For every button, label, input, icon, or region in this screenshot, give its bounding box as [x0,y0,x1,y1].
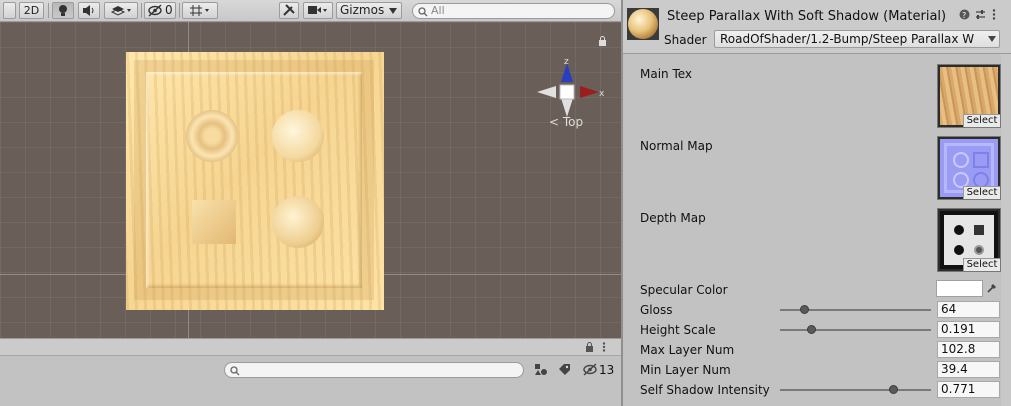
chevron-down-icon [988,36,996,42]
hidden-count-label: 0 [165,3,173,17]
material-sphere-preview [628,9,658,39]
svg-text:?: ? [962,11,966,20]
gloss-label: Gloss [640,303,673,317]
bottom-panel-header [0,338,621,356]
camera-settings-button[interactable] [303,2,333,19]
main-tex-label: Main Tex [640,67,693,81]
eye-slash-icon[interactable] [582,363,598,376]
grid-toggle-button[interactable] [182,2,218,19]
view-name: Top [562,115,584,129]
main-tex-select-button[interactable]: Select [963,114,1000,127]
self-shadow-slider-thumb[interactable] [888,385,898,394]
help-icon[interactable]: ? [959,9,970,20]
self-shadow-slider-track[interactable] [780,389,931,391]
lighting-toggle-button[interactable] [52,2,74,19]
min-layer-num-label: Min Layer Num [640,363,731,377]
view-orientation-label[interactable]: < Top [549,115,583,129]
lightbulb-icon [59,5,67,16]
hidden-count-label: 13 [599,363,615,377]
max-layer-num-label: Max Layer Num [640,343,735,357]
material-preview-thumbnail [627,8,659,40]
effects-stack-icon [110,6,131,16]
normal-map-label: Normal Map [640,139,713,153]
gloss-slider-thumb[interactable] [799,305,809,314]
specular-color-field[interactable] [936,280,983,297]
search-icon [230,366,240,376]
grid-icon [190,5,209,16]
scene-viewport[interactable]: z x < Top [0,22,621,338]
gizmo-x-label: x [599,89,605,99]
normal-map-slot[interactable]: Select [937,136,1001,200]
scene-search-input[interactable]: All [412,3,615,19]
speaker-icon [83,5,94,16]
tools-button[interactable] [279,2,299,19]
2d-toggle-button[interactable]: 2D [19,2,44,19]
chevron-left-icon: < [549,115,560,129]
chevron-down-icon [389,8,397,14]
gizmo-center-cube[interactable] [559,84,575,100]
audio-toggle-button[interactable] [78,2,100,19]
depth-map-label: Depth Map [640,211,706,225]
normal-map-select-button[interactable]: Select [963,186,1000,199]
depth-map-slot[interactable]: Select [937,208,1001,272]
textured-quad[interactable] [126,52,384,310]
shader-dropdown[interactable]: RoadOfShader/1.2-Bump/Steep Parallax Wit… [714,30,1000,48]
max-layer-num-field[interactable]: 102.8 [937,341,1000,358]
depth-map-select-button[interactable]: Select [963,258,1000,271]
preset-sliders-icon[interactable] [975,9,986,20]
relief-ring [186,110,238,162]
eye-slash-icon [148,4,162,17]
shader-value: RoadOfShader/1.2-Bump/Steep Parallax Wit… [720,32,975,46]
self-shadow-intensity-field[interactable]: 0.771 [937,381,1000,398]
effects-toggle-button[interactable] [104,2,138,19]
inspector-scrollbar[interactable] [1001,54,1011,406]
quad-bevel-frame [134,60,374,300]
lock-icon[interactable] [598,36,607,46]
search-placeholder: All [431,4,445,17]
specular-color-label: Specular Color [640,283,728,297]
kebab-menu-icon[interactable] [992,9,996,20]
height-scale-value-field[interactable]: 0.191 [937,321,1000,338]
scene-toolbar: 2D 0 Gizmos All [0,0,621,22]
bottom-panel: 13 [0,338,621,406]
relief-dome [272,110,324,162]
hidden-objects-toggle[interactable]: 0 [144,2,176,19]
height-scale-slider-track[interactable] [780,329,931,331]
material-header: Steep Parallax With Soft Shadow (Materia… [623,0,1011,54]
draw-mode-button[interactable] [3,2,16,19]
relief-square [192,200,236,244]
gizmos-label: Gizmos [340,3,385,17]
gizmos-dropdown[interactable]: Gizmos [336,2,402,19]
camera-icon [308,6,327,14]
tools-icon [283,4,295,16]
gloss-value-field[interactable]: 64 [937,301,1000,318]
gizmo-x-cone[interactable] [580,86,599,98]
lock-icon[interactable] [585,342,594,352]
search-icon [418,7,428,17]
kebab-menu-icon[interactable] [602,342,606,352]
inspector-panel: Steep Parallax With Soft Shadow (Materia… [623,0,1011,406]
filter-by-type-icon[interactable] [534,363,548,376]
shader-label: Shader [664,33,707,47]
height-scale-slider-thumb[interactable] [807,325,817,334]
main-tex-slot[interactable]: Select [937,64,1001,128]
height-scale-label: Height Scale [640,323,716,337]
project-search-input[interactable] [224,362,524,378]
self-shadow-intensity-label: Self Shadow Intensity [640,383,770,397]
material-title: Steep Parallax With Soft Shadow (Materia… [667,9,947,24]
eyedropper-icon[interactable] [986,282,998,294]
gizmo-neg-x-cone[interactable] [537,86,556,98]
relief-dome-lower [272,196,324,248]
tag-icon[interactable] [558,363,571,376]
scene-view: 2D 0 Gizmos All z x < Top 13 [0,0,621,406]
gizmo-z-label: z [564,57,569,67]
min-layer-num-field[interactable]: 39.4 [937,361,1000,378]
